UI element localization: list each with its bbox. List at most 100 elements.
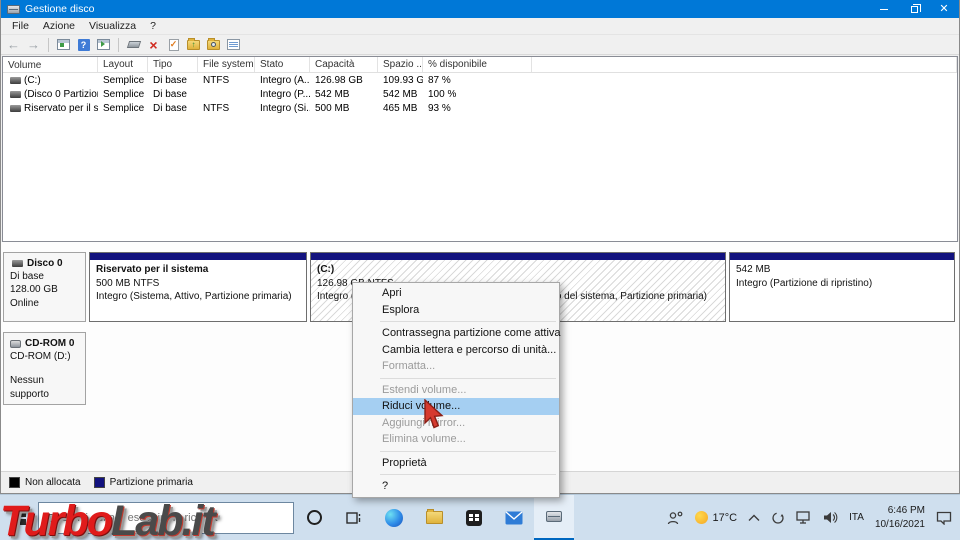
disk-management-icon — [546, 511, 562, 522]
properties-icon[interactable] — [225, 37, 242, 53]
legend-primary-partition: Partizione primaria — [94, 477, 193, 488]
window-title: Gestione disco — [25, 3, 869, 15]
explore-folder-icon[interactable] — [205, 37, 222, 53]
partition-title: (C:) — [317, 263, 719, 277]
column-filesystem[interactable]: File system — [198, 57, 255, 72]
menu-visualizza[interactable]: Visualizza — [82, 19, 143, 33]
open-folder-icon[interactable]: ↑ — [185, 37, 202, 53]
cell-filesystem: NTFS — [198, 103, 255, 114]
cell-volume: (Disco 0 Partizion... — [24, 89, 98, 100]
volume-icon — [10, 77, 21, 84]
delete-icon[interactable]: × — [145, 37, 162, 53]
people-icon[interactable] — [667, 511, 684, 525]
cell-stato: Integro (A... — [255, 75, 310, 86]
weather-icon — [695, 511, 708, 524]
menu-item-proprieta[interactable]: Proprietà — [353, 455, 559, 472]
disk-management-taskbar-button[interactable] — [534, 495, 574, 540]
temperature-label: 17°C — [713, 512, 738, 524]
cdrom-media: Nessun supporto — [10, 374, 81, 400]
menu-item-help[interactable]: ? — [353, 478, 559, 495]
partition-status: Integro (Sistema, Attivo, Partizione pri… — [96, 290, 300, 304]
partition-system-reserved[interactable]: Riservato per il sistema 500 MB NTFS Int… — [89, 252, 307, 322]
disk0-name: Disco 0 — [27, 257, 63, 270]
taskbar-search[interactable] — [38, 502, 294, 534]
legend-label: Non allocata — [25, 477, 81, 488]
column-stato[interactable]: Stato — [255, 57, 310, 72]
forward-icon[interactable]: → — [25, 37, 42, 53]
column-tipo[interactable]: Tipo — [148, 57, 198, 72]
menu-item-aggiungi-mirror: Aggiungi mirror... — [353, 415, 559, 432]
menu-item-apri[interactable]: Apri — [353, 285, 559, 302]
volume-icon[interactable] — [823, 511, 838, 524]
restore-button[interactable] — [899, 0, 929, 18]
table-row[interactable]: (Disco 0 Partizion... Semplice Di base I… — [3, 87, 957, 101]
console-tree-icon[interactable] — [55, 37, 72, 53]
column-capacita[interactable]: Capacità — [310, 57, 378, 72]
disk0-size: 128.00 GB — [10, 283, 81, 296]
cell-spazio: 109.93 GB — [378, 75, 423, 86]
legend-label: Partizione primaria — [110, 477, 193, 488]
file-explorer-button[interactable] — [414, 495, 454, 540]
clock[interactable]: 6:46 PM 10/16/2021 — [875, 504, 925, 531]
menu-item-riduci-volume[interactable]: Riduci volume... — [353, 398, 559, 415]
context-menu: Apri Esplora Contrassegna partizione com… — [352, 282, 560, 498]
hidden-icons-chevron-icon[interactable] — [748, 514, 760, 522]
file-explorer-icon — [426, 511, 443, 524]
partition-status: Integro (Partizione di ripristino) — [736, 277, 948, 291]
cortana-button[interactable] — [294, 495, 334, 540]
date-label: 10/16/2021 — [875, 518, 925, 532]
cell-tipo: Di base — [148, 75, 198, 86]
disk0-status: Online — [10, 297, 81, 310]
task-view-button[interactable] — [334, 495, 374, 540]
mark-active-icon[interactable]: ✓ — [165, 37, 182, 53]
edge-button[interactable] — [374, 495, 414, 540]
menu-help[interactable]: ? — [143, 19, 163, 33]
disk0-label-panel[interactable]: Disco 0 Di base 128.00 GB Online — [3, 252, 86, 322]
mail-button[interactable] — [494, 495, 534, 540]
titlebar[interactable]: Gestione disco ✕ — [1, 0, 959, 18]
store-button[interactable] — [454, 495, 494, 540]
search-input[interactable] — [61, 512, 261, 524]
partition-recovery[interactable]: 542 MB Integro (Partizione di ripristino… — [729, 252, 955, 322]
volume-table-header: Volume Layout Tipo File system Stato Cap… — [3, 57, 957, 73]
column-layout[interactable]: Layout — [98, 57, 148, 72]
start-button[interactable] — [0, 495, 38, 540]
cortana-icon — [307, 510, 322, 525]
menu-azione[interactable]: Azione — [36, 19, 82, 33]
menu-separator — [380, 474, 556, 475]
close-button[interactable]: ✕ — [929, 0, 959, 18]
cdrom-label-panel[interactable]: CD-ROM 0 CD-ROM (D:) Nessun supporto — [3, 332, 86, 405]
action-center-icon[interactable] — [936, 511, 952, 525]
weather-widget[interactable]: 17°C — [695, 511, 738, 524]
menu-item-formatta: Formatta... — [353, 358, 559, 375]
back-icon[interactable]: ← — [5, 37, 22, 53]
menu-file[interactable]: File — [5, 19, 36, 33]
popup-menu-icon[interactable] — [125, 37, 142, 53]
menu-item-estendi-volume: Estendi volume... — [353, 382, 559, 399]
partition-size: 542 MB — [736, 263, 948, 277]
menu-item-esplora[interactable]: Esplora — [353, 302, 559, 319]
menu-item-elimina-volume: Elimina volume... — [353, 431, 559, 448]
help-icon[interactable]: ? — [75, 37, 92, 53]
table-row[interactable]: (C:) Semplice Di base NTFS Integro (A...… — [3, 73, 957, 87]
network-icon[interactable] — [796, 511, 812, 524]
action-pane-icon[interactable] — [95, 37, 112, 53]
column-volume[interactable]: Volume — [3, 57, 98, 72]
column-spazio[interactable]: Spazio ... — [378, 57, 423, 72]
store-icon — [466, 510, 482, 526]
cell-layout: Semplice — [98, 89, 148, 100]
unallocated-swatch — [9, 477, 20, 488]
menu-item-contrassegna-attiva[interactable]: Contrassegna partizione come attiva — [353, 325, 559, 342]
sync-icon[interactable] — [771, 511, 785, 525]
cell-spazio: 542 MB — [378, 89, 423, 100]
minimize-button[interactable] — [869, 0, 899, 18]
column-disponibile[interactable]: % disponibile — [423, 57, 532, 72]
system-tray: 17°C ITA 6:46 PM 10/16/2021 — [667, 495, 960, 540]
table-row[interactable]: Riservato per il sis... Semplice Di base… — [3, 101, 957, 115]
toolbar-separator — [118, 38, 119, 52]
menu-item-cambia-lettera[interactable]: Cambia lettera e percorso di unità... — [353, 342, 559, 359]
minimize-icon — [880, 9, 888, 10]
cdrom-icon — [10, 340, 21, 348]
mail-icon — [505, 511, 523, 525]
language-indicator[interactable]: ITA — [849, 512, 864, 523]
